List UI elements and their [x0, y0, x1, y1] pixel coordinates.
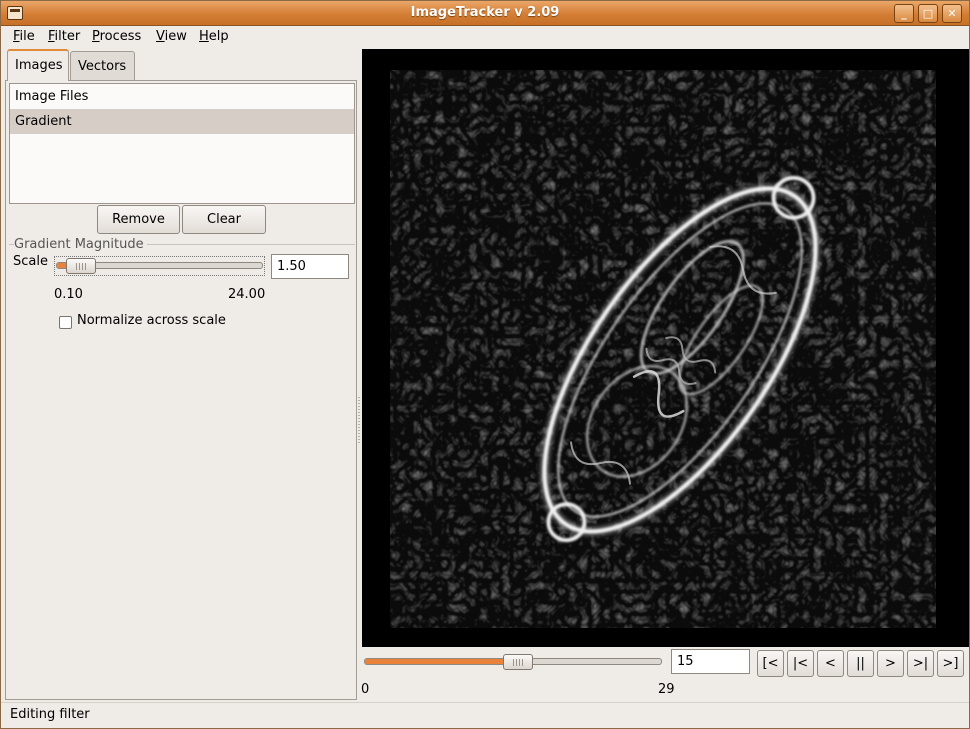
scale-min-label: 0.10 [54, 287, 83, 302]
tab-vectors[interactable]: Vectors [70, 51, 135, 80]
minimize-icon: _ [901, 7, 907, 20]
list-item-gradient[interactable]: Gradient [10, 109, 354, 134]
window-title: ImageTracker v 2.09 [410, 5, 560, 20]
frame-slider[interactable] [364, 653, 662, 671]
splitter-grip-icon [358, 397, 360, 443]
frame-slider-thumb[interactable] [503, 654, 533, 670]
image-viewer[interactable] [362, 49, 969, 647]
app-window: ImageTracker v 2.09 _ □ ✕ File Filter Pr… [0, 0, 970, 729]
scale-max-label: 24.00 [228, 287, 266, 302]
clear-button[interactable]: Clear [182, 205, 266, 234]
maximize-icon: □ [922, 7, 934, 20]
frame-slider-fill [365, 659, 506, 664]
menu-file[interactable]: File [13, 29, 35, 44]
gradient-image [390, 70, 936, 628]
play-forward-button[interactable]: > [877, 650, 904, 677]
pause-button[interactable]: || [847, 650, 874, 677]
left-panel: Images Vectors Image Files Gradient Remo… [5, 49, 357, 700]
menu-help[interactable]: Help [199, 29, 229, 44]
scale-slider[interactable] [56, 257, 263, 275]
close-button[interactable]: ✕ [942, 4, 962, 23]
scale-slider-thumb[interactable] [66, 258, 96, 274]
frame-input[interactable]: 15 [671, 649, 750, 674]
frame-min-label: 0 [361, 682, 370, 697]
image-list[interactable]: Image Files Gradient [9, 83, 355, 204]
normalize-checkbox[interactable] [59, 316, 72, 329]
normalize-label[interactable]: Normalize across scale [77, 313, 226, 328]
status-bar: Editing filter [1, 702, 969, 728]
menu-filter[interactable]: Filter [48, 29, 80, 44]
filter-group-title: Gradient Magnitude [14, 237, 147, 252]
maximize-button[interactable]: □ [918, 4, 938, 23]
title-bar[interactable]: ImageTracker v 2.09 _ □ ✕ [1, 1, 969, 26]
pane-splitter[interactable] [357, 49, 361, 700]
first-frame-button[interactable]: [< [757, 650, 784, 677]
frame-max-label: 29 [658, 682, 675, 697]
last-frame-button[interactable]: >] [937, 650, 964, 677]
tab-images[interactable]: Images [7, 49, 69, 81]
remove-button[interactable]: Remove [97, 205, 180, 234]
images-tab-page: Image Files Gradient Remove Clear Gradie… [5, 80, 357, 700]
minimize-button[interactable]: _ [894, 4, 914, 23]
close-icon: ✕ [947, 7, 957, 20]
step-back-button[interactable]: |< [787, 650, 814, 677]
menu-bar: File Filter Process View Help [1, 26, 969, 48]
play-backward-button[interactable]: < [817, 650, 844, 677]
scale-label: Scale [13, 254, 48, 269]
list-item-image-files[interactable]: Image Files [10, 84, 354, 109]
scale-input[interactable]: 1.50 [271, 254, 349, 279]
step-forward-button[interactable]: >| [907, 650, 934, 677]
menu-process[interactable]: Process [92, 29, 141, 44]
menu-view[interactable]: View [156, 29, 187, 44]
